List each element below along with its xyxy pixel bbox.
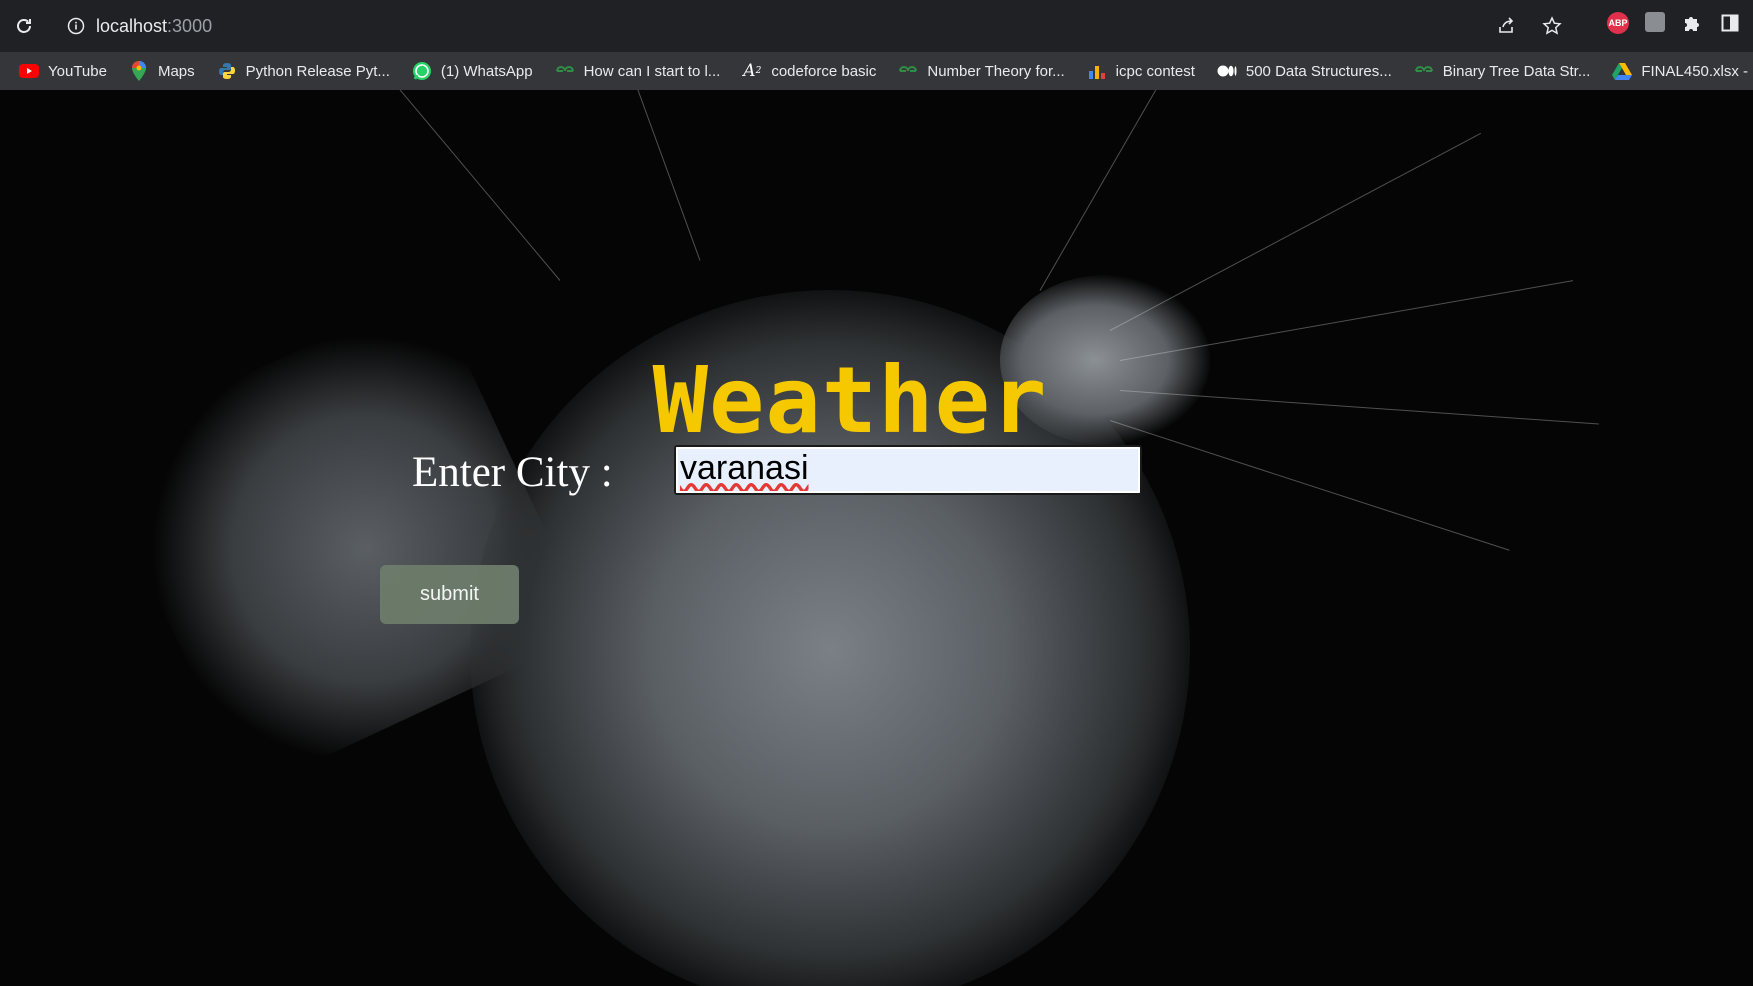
bookmark-gfg-2[interactable]: Number Theory for...	[887, 57, 1075, 85]
city-input[interactable]: varanasi	[674, 445, 1142, 495]
adblock-plus-icon[interactable]: ABP	[1607, 12, 1629, 34]
bookmark-codeforce[interactable]: A2 codeforce basic	[731, 57, 887, 85]
geeksforgeeks-icon	[555, 61, 575, 81]
bookmark-label: How can I start to l...	[583, 62, 721, 80]
url-port: :3000	[167, 15, 213, 36]
geeksforgeeks-icon	[898, 61, 918, 81]
page-content: Weather Enter City : varanasi submit	[0, 90, 1753, 986]
address-bar[interactable]: localhost:3000	[52, 6, 1574, 46]
medium-icon	[1217, 61, 1237, 81]
share-icon[interactable]	[1494, 14, 1518, 38]
app-title: Weather	[652, 347, 1048, 454]
bookmark-whatsapp[interactable]: (1) WhatsApp	[401, 57, 544, 85]
bookmark-label: Binary Tree Data Str...	[1442, 62, 1591, 80]
background-whisker	[1039, 90, 1191, 291]
geeksforgeeks-icon	[1414, 61, 1434, 81]
bookmark-python[interactable]: Python Release Pyt...	[206, 57, 401, 85]
bookmark-label: codeforce basic	[771, 62, 877, 80]
google-drive-icon	[1612, 61, 1633, 81]
url-host: localhost	[96, 15, 168, 36]
bookmark-drive[interactable]: FINAL450.xlsx - Go...	[1601, 57, 1753, 85]
bookmark-icpc[interactable]: icpc contest	[1076, 57, 1206, 85]
site-info-icon[interactable]	[66, 16, 86, 36]
bookmark-gfg-3[interactable]: Binary Tree Data Str...	[1403, 57, 1602, 85]
bookmark-label: (1) WhatsApp	[440, 62, 533, 80]
bookmark-maps[interactable]: Maps	[118, 57, 206, 85]
background-whisker	[1109, 132, 1482, 331]
bookmark-medium[interactable]: 500 Data Structures...	[1206, 57, 1403, 85]
bookmark-label: Python Release Pyt...	[245, 62, 390, 80]
background-whisker	[328, 90, 561, 281]
browser-toolbar: localhost:3000 ABP	[0, 0, 1753, 52]
bookmark-label: YouTube	[48, 62, 107, 80]
city-input-value: varanasi	[680, 449, 809, 487]
bookmark-gfg-1[interactable]: How can I start to l...	[544, 57, 732, 85]
bar-chart-icon	[1087, 61, 1107, 81]
background-whisker	[603, 90, 701, 261]
reload-icon[interactable]	[11, 13, 37, 39]
extension-icon[interactable]	[1645, 12, 1665, 32]
youtube-icon	[19, 61, 39, 81]
submit-button[interactable]: submit	[380, 565, 519, 624]
a-squared-icon: A2	[743, 61, 762, 81]
python-icon	[217, 61, 237, 81]
city-label: Enter City :	[412, 449, 613, 496]
bookmark-youtube[interactable]: YouTube	[8, 57, 118, 85]
maps-pin-icon	[129, 61, 149, 81]
bookmark-label: Maps	[157, 62, 195, 80]
bookmark-label: Number Theory for...	[927, 62, 1065, 80]
bookmark-star-icon[interactable]	[1540, 14, 1564, 38]
whatsapp-icon	[412, 61, 432, 81]
bookmark-label: 500 Data Structures...	[1245, 62, 1392, 80]
side-panel-icon[interactable]	[1719, 12, 1741, 34]
url-text[interactable]: localhost:3000	[96, 16, 212, 37]
bookmark-label: icpc contest	[1115, 62, 1195, 80]
bookmarks-bar: YouTube Maps Python Release Pyt... (1) W…	[0, 52, 1753, 90]
extensions-puzzle-icon[interactable]	[1681, 12, 1703, 34]
bookmark-label: FINAL450.xlsx - Go...	[1641, 62, 1753, 80]
